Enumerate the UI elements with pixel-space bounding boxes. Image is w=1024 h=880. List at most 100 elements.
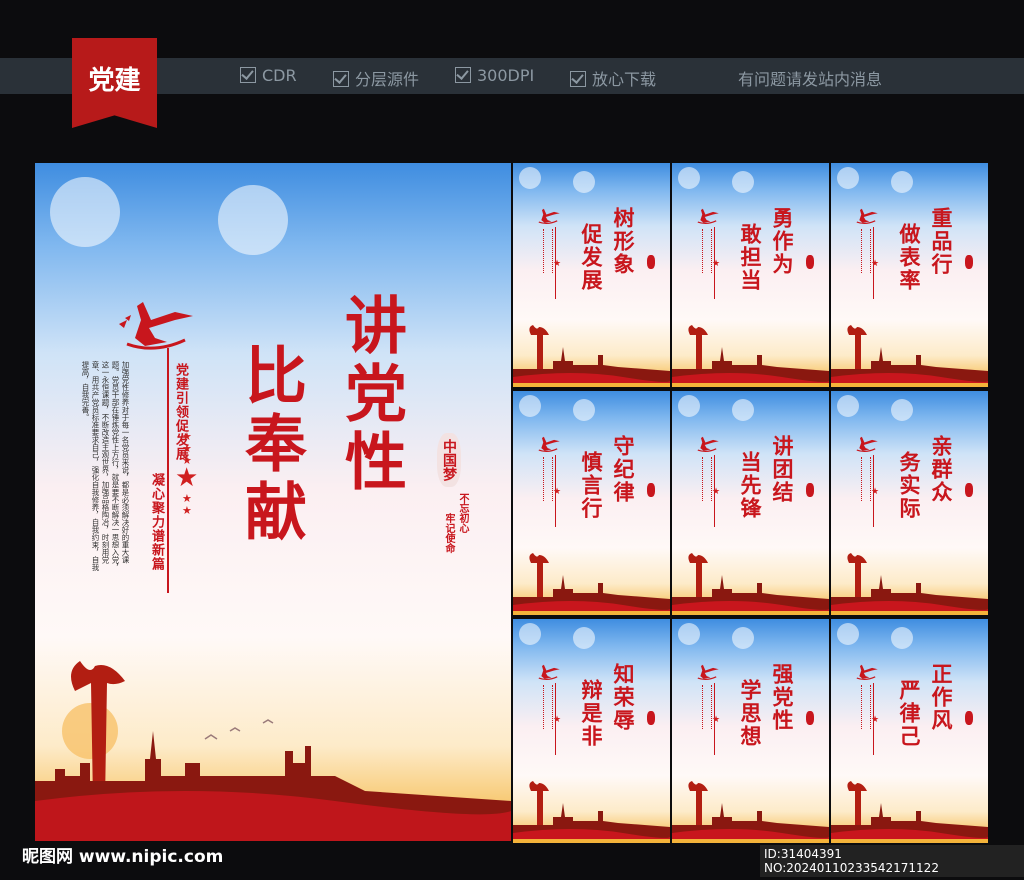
- light-orb: [519, 167, 541, 189]
- small-poster: ★ 勇作为 敢担当: [672, 163, 829, 387]
- seal-icon: [806, 255, 814, 269]
- light-orb: [519, 395, 541, 417]
- text-lines: [702, 457, 712, 501]
- feature-cdr: CDR: [240, 66, 297, 85]
- city-skyline: [513, 553, 670, 615]
- badge-label: 党建: [88, 66, 141, 96]
- seal-icon: [806, 483, 814, 497]
- motto-1: 不忘初心: [457, 493, 468, 533]
- small-poster: ★ 守纪律 慎言行: [513, 391, 670, 615]
- text-lines: [543, 457, 553, 501]
- small-title-1: 重品行: [929, 207, 953, 276]
- light-orb: [50, 177, 120, 247]
- image-id: ID:31404391 NO:20240110233542171122: [760, 845, 1024, 877]
- small-title-2: 辩是非: [579, 679, 603, 748]
- small-poster: ★ 亲群众 务实际: [831, 391, 988, 615]
- light-orb: [891, 171, 913, 193]
- light-orb: [573, 627, 595, 649]
- city-skyline: [672, 553, 829, 615]
- party-logo-icon: [856, 208, 878, 225]
- light-orb: [678, 395, 700, 417]
- text-lines: [861, 685, 871, 729]
- feature-download: 放心下载: [570, 66, 656, 90]
- small-title-1: 勇作为: [770, 207, 794, 276]
- seal-icon: [647, 255, 655, 269]
- divider-line: [167, 348, 169, 593]
- light-orb: [891, 399, 913, 421]
- city-skyline: [831, 781, 988, 843]
- small-title-1: 正作风: [929, 663, 953, 732]
- party-logo-icon: [697, 436, 719, 453]
- seal-icon: [965, 483, 973, 497]
- main-poster: 党建引领促发展 凝心聚力谱新篇 加强党性修养对于每一名党员来说，都是必须解决好的…: [35, 163, 511, 841]
- small-title-2: 慎言行: [579, 451, 603, 520]
- star-icon: ★ ★ ★: [182, 430, 192, 467]
- site-watermark: 昵图网 www.nipic.com: [22, 847, 224, 867]
- star-icon: ★ ★: [182, 492, 192, 517]
- motto-2: 牢记使命: [443, 513, 454, 553]
- star-icon: ★: [553, 259, 562, 269]
- seal-icon: [965, 255, 973, 269]
- checkbox-icon: [570, 71, 586, 87]
- city-skyline: [831, 553, 988, 615]
- feature-layered: 分层源件: [333, 66, 419, 90]
- small-poster: ★ 树形象 促发展: [513, 163, 670, 387]
- star-icon: ★: [175, 463, 199, 493]
- star-icon: ★: [871, 259, 880, 269]
- small-title-2: 做表率: [897, 223, 921, 292]
- checkbox-icon: [455, 67, 471, 83]
- city-skyline: [831, 325, 988, 387]
- text-lines: [543, 229, 553, 273]
- light-orb: [519, 623, 541, 645]
- light-orb: [732, 171, 754, 193]
- city-skyline: [513, 781, 670, 843]
- small-title-2: 促发展: [579, 223, 603, 292]
- main-title-1: 讲党性: [334, 293, 407, 497]
- city-skyline: [513, 325, 670, 387]
- checkbox-icon: [333, 71, 349, 87]
- main-subtitle-2: 凝心聚力谱新篇: [149, 473, 164, 571]
- star-icon: ★: [553, 715, 562, 725]
- seal-icon: [806, 711, 814, 725]
- small-title-1: 亲群众: [929, 435, 953, 504]
- light-orb: [678, 623, 700, 645]
- text-lines: [861, 229, 871, 273]
- small-title-1: 强党性: [770, 663, 794, 732]
- star-icon: ★: [553, 487, 562, 497]
- checkbox-icon: [240, 67, 256, 83]
- text-lines: [861, 457, 871, 501]
- light-orb: [573, 171, 595, 193]
- small-title-1: 讲团结: [770, 435, 794, 504]
- party-logo-icon: [538, 436, 560, 453]
- seal-icon: [965, 711, 973, 725]
- star-icon: ★: [712, 715, 721, 725]
- light-orb: [837, 395, 859, 417]
- text-lines: [702, 685, 712, 729]
- city-skyline: [672, 781, 829, 843]
- small-title-2: 敢担当: [738, 223, 762, 292]
- small-title-1: 树形象: [611, 207, 635, 276]
- party-logo-icon: [538, 664, 560, 681]
- city-skyline: [672, 325, 829, 387]
- light-orb: [573, 399, 595, 421]
- small-title-2: 严律己: [897, 679, 921, 748]
- small-title-2: 学思想: [738, 679, 762, 748]
- light-orb: [218, 185, 288, 255]
- star-icon: ★: [712, 487, 721, 497]
- feature-dpi: 300DPI: [455, 66, 534, 85]
- category-badge: 党建: [72, 38, 157, 128]
- city-skyline: [35, 661, 511, 841]
- seal-icon: [647, 711, 655, 725]
- party-logo-icon: [697, 664, 719, 681]
- small-title-1: 知荣辱: [611, 663, 635, 732]
- small-poster: ★ 知荣辱 辩是非: [513, 619, 670, 843]
- main-title-2: 比奉献: [234, 343, 307, 547]
- small-poster: ★ 重品行 做表率: [831, 163, 988, 387]
- small-poster: ★ 讲团结 当先锋: [672, 391, 829, 615]
- star-icon: ★: [871, 715, 880, 725]
- text-lines: [543, 685, 553, 729]
- party-logo-icon: [856, 664, 878, 681]
- china-dream-seal: 中国梦: [437, 433, 461, 487]
- small-title-1: 守纪律: [611, 435, 635, 504]
- main-paragraph: 加强党性修养对于每一名党员来说，都是必须解决好的重大课题。党员干部在锤炼党性上方…: [81, 361, 130, 571]
